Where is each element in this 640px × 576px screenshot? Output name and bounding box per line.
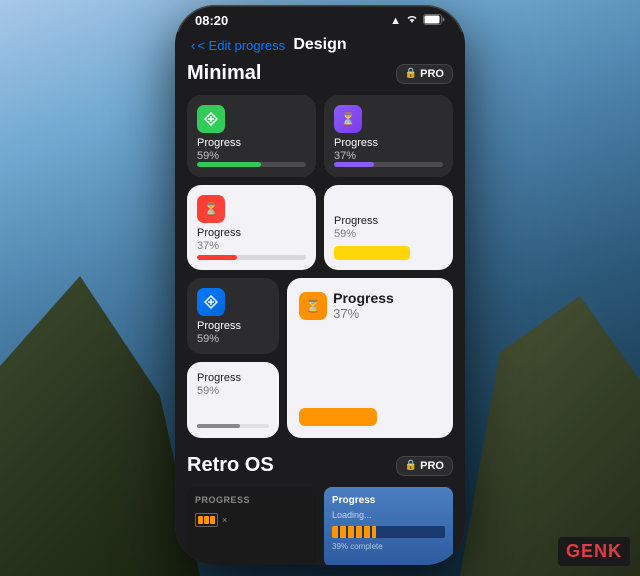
- pro-badge-retro: 🔒 PRO: [396, 456, 453, 476]
- widget-value-3: 37%: [197, 240, 306, 252]
- widget-label-2: Progress: [334, 137, 443, 150]
- orange-progress-bar: [299, 408, 377, 426]
- batt-cell-3: [210, 516, 215, 524]
- batt-cell-2: [204, 516, 209, 524]
- widget-progress-dark-blue[interactable]: Progress 59%: [187, 278, 279, 354]
- widget-value-4: 59%: [334, 228, 443, 240]
- widget-value-7: 59%: [197, 385, 269, 397]
- retro-blue-title: Progress: [332, 495, 445, 506]
- widget-progress-light-small[interactable]: Progress 59%: [187, 362, 279, 438]
- status-icons: ▲: [390, 14, 445, 28]
- widget-label-5: Progress: [197, 320, 269, 333]
- section-header-minimal: Minimal 🔒 PRO: [187, 62, 453, 85]
- light-fill: [197, 424, 240, 428]
- yellow-progress-bar: [334, 246, 410, 260]
- light-progress-bar: [197, 424, 269, 428]
- retro-loading: Loading...: [332, 510, 445, 520]
- retro-os-section: Retro OS 🔒 PRO PROGRESS: [187, 454, 453, 565]
- batt-cell-1: [198, 516, 203, 524]
- battery-icon: [423, 14, 445, 28]
- chevron-left-icon: ‹: [191, 38, 195, 53]
- genk-k: K: [608, 541, 622, 561]
- scroll-content[interactable]: Minimal 🔒 PRO Pro: [175, 62, 465, 565]
- genk-logo: GENK: [558, 537, 630, 566]
- widget-big-value: 37%: [333, 306, 394, 321]
- widget-icon-orange: ⏳: [299, 292, 327, 320]
- section-title-retro: Retro OS: [187, 454, 274, 477]
- back-button[interactable]: ‹ < Edit progress: [191, 38, 285, 53]
- pro-badge-minimal: 🔒 PRO: [396, 64, 453, 84]
- widget-icon-purple: ⏳: [334, 105, 362, 133]
- lock-icon: 🔒: [405, 68, 417, 79]
- retro-widget-blue[interactable]: Progress Loading... 39% complete: [324, 487, 453, 565]
- widget-big-title: Progress: [333, 290, 394, 306]
- back-label[interactable]: < Edit progress: [197, 38, 285, 53]
- nav-bar: ‹ < Edit progress Design: [175, 32, 465, 62]
- widget-progress-dark-purple[interactable]: ⏳ Progress 37%: [324, 95, 453, 177]
- widget-label-1: Progress: [197, 137, 306, 150]
- retro-complete-text: 39% complete: [332, 542, 445, 551]
- minimal-section: Minimal 🔒 PRO Pro: [187, 62, 453, 438]
- status-time: 08:20: [195, 13, 228, 28]
- progress-fill-2: [334, 162, 374, 167]
- widget-progress-bar-1: [197, 162, 306, 167]
- retro-widget-grid: PROGRESS × Progress Loading...: [187, 487, 453, 565]
- widget-value-1: 59%: [197, 150, 306, 162]
- lock-icon-retro: 🔒: [405, 460, 417, 471]
- section-title-minimal: Minimal: [187, 62, 261, 85]
- widget-progress-light-yellow[interactable]: Progress 59%: [324, 185, 453, 270]
- widget-label-4: Progress: [334, 215, 443, 228]
- signal-icon: ▲: [390, 15, 401, 27]
- pro-label-retro: PRO: [420, 460, 444, 472]
- widget-label-3: Progress: [197, 227, 306, 240]
- section-header-retro: Retro OS 🔒 PRO: [187, 454, 453, 477]
- widget-value-2: 37%: [334, 150, 443, 162]
- retro-progress-track: [332, 526, 445, 538]
- pro-label: PRO: [420, 68, 444, 80]
- widget-progress-light-red[interactable]: ⏳ Progress 37%: [187, 185, 316, 270]
- widget-icon-red: ⏳: [197, 195, 225, 223]
- retro-dark-title: PROGRESS: [195, 495, 308, 505]
- retro-battery: ×: [195, 513, 308, 527]
- retro-progress-fill: [332, 526, 376, 538]
- batt-label: ×: [222, 515, 227, 525]
- widget-icon-green: [197, 105, 225, 133]
- widget-progress-dark-green[interactable]: Progress 59%: [187, 95, 316, 177]
- hourglass-icon: ⏳: [341, 112, 356, 126]
- progress-fill-3: [197, 255, 237, 260]
- widget-value-5: 59%: [197, 333, 269, 345]
- battery-outer: [195, 513, 218, 527]
- widget-progress-bar-2: [334, 162, 443, 167]
- hourglass-red-icon: ⏳: [204, 202, 219, 216]
- phone-frame: 08:20 ▲ ‹ < Edit progress Design: [175, 5, 465, 565]
- hourglass-orange-icon: ⏳: [306, 299, 321, 313]
- wifi-icon: [405, 14, 419, 27]
- widget-progress-big-light[interactable]: ⏳ Progress 37%: [287, 278, 453, 438]
- widget-icon-blue: [197, 288, 225, 316]
- widget-progress-bar-3: [197, 255, 306, 260]
- retro-widget-dark[interactable]: PROGRESS ×: [187, 487, 316, 565]
- widget-label-7: Progress: [197, 372, 269, 385]
- progress-fill-1: [197, 162, 261, 167]
- widget-big-header: ⏳ Progress 37%: [299, 290, 441, 321]
- genk-text: GEN: [566, 541, 608, 561]
- status-bar: 08:20 ▲: [175, 5, 465, 32]
- nav-title: Design: [293, 36, 346, 54]
